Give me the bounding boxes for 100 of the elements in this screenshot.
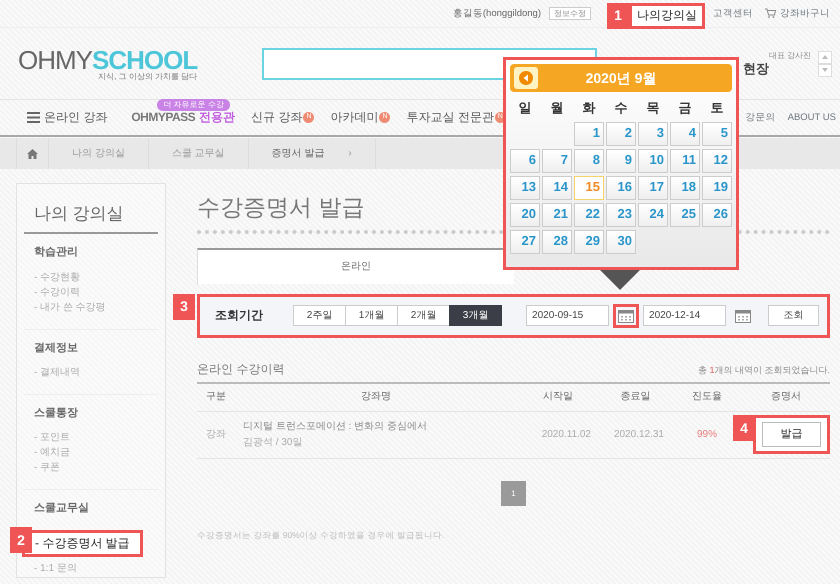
period-button[interactable]: 2개월 bbox=[397, 305, 450, 326]
breadcrumb-link[interactable]: 나의 강의실 bbox=[72, 148, 125, 160]
date-field[interactable]: 2020-12-14 bbox=[643, 305, 726, 326]
calendar-day[interactable]: 25 bbox=[670, 202, 700, 227]
weekday-label: 일 bbox=[518, 99, 532, 117]
column-header: 시작일 bbox=[517, 384, 599, 412]
sidebar-link[interactable]: - 예치금 bbox=[34, 446, 70, 458]
weekday-label: 목 bbox=[646, 99, 660, 117]
weekday-label: 금 bbox=[678, 99, 692, 117]
calendar-day[interactable]: 26 bbox=[702, 202, 732, 227]
calendar-day[interactable]: 17 bbox=[638, 176, 668, 200]
nav-link[interactable]: ABOUT US bbox=[788, 112, 836, 124]
weekday-label: 월 bbox=[550, 99, 564, 117]
scroll-up-button[interactable] bbox=[818, 50, 832, 64]
course-meta: 김광석 / 30일 bbox=[243, 436, 302, 449]
column-header: 종료일 bbox=[599, 384, 672, 412]
cart-link[interactable]: 강좌바구니 bbox=[780, 8, 830, 20]
sidebar-link[interactable]: - 수강현황 bbox=[34, 272, 80, 283]
breadcrumb-link[interactable]: 증명서 발급 bbox=[272, 148, 324, 160]
sidebar-link[interactable]: - 포인트 bbox=[34, 432, 70, 443]
pass-suffix[interactable]: 전용관 bbox=[199, 110, 236, 125]
calendar-day[interactable]: 19 bbox=[702, 176, 732, 200]
home-icon[interactable] bbox=[27, 148, 38, 158]
calendar-day[interactable]: 20 bbox=[510, 202, 540, 227]
footnote: 수강증명서는 강좌를 90%이상 수강하였을 경우에 발급됩니다. bbox=[197, 530, 446, 540]
user-name: 홍길동(honggildong) bbox=[452, 8, 541, 20]
calendar-day[interactable]: 9 bbox=[606, 148, 636, 173]
calendar-day[interactable]: 16 bbox=[606, 176, 636, 200]
scroll-down-button[interactable] bbox=[818, 64, 832, 76]
breadcrumb-arrow: › bbox=[348, 148, 352, 160]
calendar-title: 2020년 9월 bbox=[586, 70, 656, 86]
calendar-day[interactable]: 23 bbox=[606, 202, 636, 227]
menu-icon bbox=[27, 112, 40, 123]
page-button[interactable]: 1 bbox=[501, 480, 526, 506]
calendar-day[interactable]: 12 bbox=[702, 148, 732, 173]
calendar-day[interactable]: 13 bbox=[510, 176, 540, 200]
calendar-day[interactable]: 6 bbox=[510, 148, 540, 173]
issue-button[interactable]: 발급 bbox=[762, 422, 821, 448]
sidebar-link[interactable]: - 1:1 문의 bbox=[34, 562, 77, 574]
search-button[interactable]: 조회 bbox=[768, 305, 819, 326]
weekday-label: 수 bbox=[614, 99, 628, 117]
logo-tagline: 지식, 그 이상의 가치를 담다 bbox=[97, 72, 198, 82]
date-field[interactable]: 2020-09-15 bbox=[526, 305, 610, 326]
previous-month-button[interactable] bbox=[514, 67, 538, 89]
calendar-day[interactable]: 21 bbox=[542, 202, 572, 227]
nav-link[interactable]: 강문의 bbox=[746, 112, 776, 124]
calendar-day[interactable]: 22 bbox=[574, 202, 604, 227]
sidebar-link[interactable]: - 결제내역 bbox=[34, 366, 80, 378]
table-cell: 2020.11.02 bbox=[517, 412, 599, 459]
breadcrumb-link[interactable]: 스쿨 교무실 bbox=[172, 148, 225, 160]
course-title: 디지털 트런스포메이션 : 변화의 중심에서 bbox=[243, 420, 427, 433]
calendar-day[interactable]: 4 bbox=[670, 122, 700, 146]
calendar-day[interactable]: 30 bbox=[606, 230, 636, 254]
calendar-day[interactable]: 29 bbox=[574, 230, 604, 254]
tab[interactable]: 온라인 bbox=[197, 248, 514, 284]
nav-link[interactable]: 투자교실 전문관 bbox=[406, 110, 494, 125]
calendar-day[interactable]: 11 bbox=[670, 148, 700, 173]
notice-headline: 현장 bbox=[743, 60, 770, 76]
logo-text: OHMY bbox=[18, 45, 92, 76]
sidebar-link[interactable]: - 수강이력 bbox=[34, 286, 80, 298]
section-title: 온라인 수강이력 bbox=[197, 362, 284, 376]
calendar-button[interactable] bbox=[613, 304, 640, 328]
calendar-day[interactable]: 7 bbox=[542, 148, 572, 173]
calendar-day[interactable]: 1 bbox=[574, 122, 604, 146]
period-button[interactable]: 1개월 bbox=[345, 305, 398, 326]
callout-number: 1 bbox=[607, 2, 629, 28]
arrow-left-icon bbox=[514, 67, 538, 89]
sidebar-link[interactable]: - 쿠폰 bbox=[34, 462, 60, 473]
calendar-day[interactable]: 8 bbox=[574, 148, 604, 173]
sidebar-link[interactable]: - 내가 쓴 수강평 bbox=[34, 302, 106, 313]
column-header: 구분 bbox=[197, 384, 235, 412]
calendar-day[interactable]: 15 bbox=[574, 176, 604, 200]
column-header: 강좌명 bbox=[235, 384, 517, 412]
promo-badge: 더 자유로운 수강 bbox=[157, 99, 230, 111]
calendar-day[interactable]: 5 bbox=[702, 122, 732, 146]
pass-brand[interactable]: OHMYPASS bbox=[131, 110, 196, 125]
online-courses-menu[interactable]: 온라인 강좌 bbox=[44, 110, 108, 125]
cart-icon bbox=[765, 8, 776, 18]
calendar-day[interactable]: 14 bbox=[542, 176, 572, 200]
profile-edit-button[interactable]: 정보수정 bbox=[549, 6, 591, 20]
calendar-day[interactable]: 3 bbox=[638, 122, 668, 146]
calendar-day[interactable]: 28 bbox=[542, 230, 572, 254]
my-classroom-link[interactable]: 나의강의실 bbox=[629, 2, 705, 28]
nav-link[interactable]: 신규 강좌 bbox=[251, 110, 302, 125]
calendar-icon bbox=[735, 308, 752, 323]
period-label: 조회기간 bbox=[215, 308, 264, 323]
sidebar-group-title: 결제정보 bbox=[34, 342, 79, 355]
calendar-day[interactable]: 24 bbox=[638, 202, 668, 227]
arrow-down-icon bbox=[822, 68, 828, 72]
customer-center-link[interactable]: 고객센터 bbox=[713, 8, 753, 20]
table-cell: 2020.12.31 bbox=[599, 412, 672, 459]
period-button[interactable]: 2주일 bbox=[293, 305, 346, 326]
nav-link[interactable]: 아카데미 bbox=[330, 110, 378, 125]
calendar-icon bbox=[618, 308, 634, 323]
calendar-day[interactable]: 2 bbox=[606, 122, 636, 146]
calendar-day[interactable]: 27 bbox=[510, 230, 540, 254]
calendar-day[interactable]: 10 bbox=[638, 148, 668, 173]
column-header: 증명서 bbox=[742, 384, 830, 412]
period-button[interactable]: 3개월 bbox=[449, 305, 502, 326]
calendar-day[interactable]: 18 bbox=[670, 176, 700, 200]
